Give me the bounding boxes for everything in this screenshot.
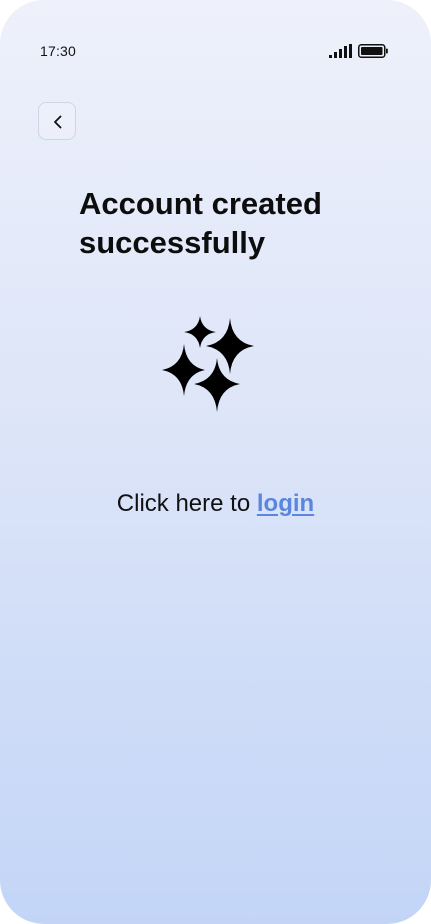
- login-prompt-text: Click here to: [116, 490, 251, 517]
- status-time: 17:30: [40, 43, 77, 59]
- battery-full-icon: [358, 44, 388, 58]
- back-button[interactable]: [38, 102, 76, 140]
- sparkles-icon: [162, 316, 254, 412]
- status-bar: 17:30: [0, 0, 431, 100]
- page-title: Account created successfully: [79, 186, 322, 260]
- cellular-signal-icon: [329, 44, 352, 58]
- phone-screen: 17:30 Account created successfully Click…: [0, 0, 431, 924]
- login-link[interactable]: login: [257, 490, 314, 517]
- chevron-left-icon: [54, 115, 62, 129]
- login-prompt: Click here to login: [0, 490, 431, 518]
